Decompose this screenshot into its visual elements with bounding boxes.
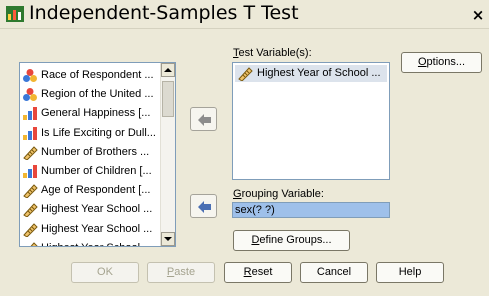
arrow-left-icon	[198, 114, 211, 126]
list-item[interactable]: Region of the United ...	[22, 86, 162, 103]
scroll-up-icon	[164, 68, 172, 72]
list-item-label: Is Life Exciting or Dull...	[41, 126, 156, 139]
scroll-down-button[interactable]	[161, 232, 175, 246]
list-item[interactable]: Highest Year School ...	[22, 240, 162, 246]
test-variables-label: Test Variable(s):	[233, 47, 312, 59]
list-item[interactable]: General Happiness [...	[22, 105, 162, 122]
list-item-label: Number of Children [...	[41, 165, 152, 177]
scroll-up-button[interactable]	[161, 63, 175, 77]
list-item-label: Race of Respondent ...	[41, 69, 154, 81]
list-item-label: Highest Year School ...	[41, 240, 152, 246]
list-item[interactable]: Is Life Exciting or Dull...	[22, 125, 162, 142]
nominal-icon	[23, 88, 37, 102]
scale-icon	[23, 146, 38, 160]
move-to-grouping-button[interactable]	[190, 194, 217, 218]
scale-icon	[23, 222, 38, 237]
scale-icon	[30, 242, 38, 246]
scale-icon	[238, 67, 253, 81]
grouping-variable-label: Grouping Variable:	[233, 188, 324, 200]
reset-button[interactable]: Reset	[224, 262, 292, 283]
ordinal-icon	[23, 107, 37, 121]
test-variables-list[interactable]: Highest Year of School ...	[232, 62, 390, 180]
paste-button[interactable]: Paste	[147, 262, 215, 283]
list-item-label: Highest Year of School ...	[257, 67, 381, 79]
cancel-button[interactable]: Cancel	[300, 262, 368, 283]
list-item-label: Number of Brothers ...	[41, 145, 150, 158]
scroll-down-icon	[164, 237, 172, 241]
list-item-label: Highest Year School ...	[41, 203, 153, 216]
scale-icon	[23, 184, 38, 199]
move-to-test-button[interactable]	[190, 107, 217, 131]
list-item-label: Region of the United ...	[41, 88, 154, 101]
ordinal-icon	[23, 165, 37, 178]
list-item-label: General Happiness [...	[41, 107, 151, 120]
window-title: Independent-Samples T Test	[29, 2, 299, 24]
ordinal-icon	[23, 126, 37, 140]
options-button[interactable]: Options...	[401, 52, 482, 73]
list-item[interactable]: Number of Children [...	[22, 163, 162, 180]
grouping-variable-field[interactable]: sex(? ?)	[232, 202, 390, 218]
list-item[interactable]: Race of Respondent ...	[22, 67, 162, 84]
spss-dialog-icon	[6, 6, 24, 22]
list-item[interactable]: Highest Year of School ...	[235, 65, 387, 82]
help-button[interactable]: Help	[376, 262, 444, 283]
ok-button[interactable]: OK	[71, 262, 139, 283]
list-scrollbar[interactable]	[160, 63, 175, 246]
close-icon[interactable]: ×	[471, 8, 485, 23]
list-item-label: Highest Year School ...	[41, 222, 153, 235]
nominal-icon	[23, 69, 37, 82]
source-variable-list[interactable]: Race of Respondent ... Region of the Unit…	[19, 62, 176, 247]
list-item[interactable]: Highest Year School ...	[22, 201, 162, 218]
list-item[interactable]: Number of Brothers ...	[22, 144, 162, 161]
title-bar[interactable]: Independent-Samples T Test ×	[0, 0, 489, 29]
list-item[interactable]: Age of Respondent [...	[22, 182, 162, 199]
arrow-left-icon	[198, 201, 211, 213]
define-groups-button[interactable]: Define Groups...	[233, 230, 350, 251]
list-item-label: Age of Respondent [...	[41, 184, 151, 197]
scale-icon	[23, 203, 38, 218]
dialog-window: Independent-Samples T Test × Race of Res…	[0, 0, 489, 296]
list-item[interactable]: Highest Year School ...	[22, 221, 162, 238]
scroll-thumb[interactable]	[162, 81, 174, 117]
